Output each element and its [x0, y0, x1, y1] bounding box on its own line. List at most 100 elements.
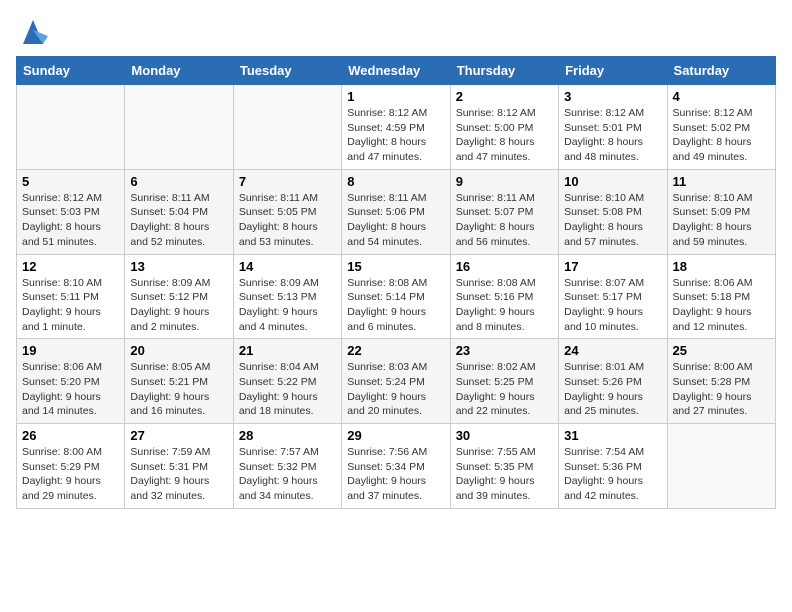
calendar-day-cell: 18 Sunrise: 8:06 AMSunset: 5:18 PMDayligh…: [667, 254, 775, 339]
calendar-day-cell: 20Sunrise: 8:05 AMSunset: 5:21 PMDayligh…: [125, 339, 233, 424]
day-number: 24: [564, 343, 661, 358]
day-info: Sunrise: 8:12 AMSunset: 5:01 PMDaylight:…: [564, 106, 661, 165]
day-number: 29: [347, 428, 444, 443]
calendar-header-friday: Friday: [559, 57, 667, 85]
day-info: Sunrise: 7:56 AMSunset: 5:34 PMDaylight:…: [347, 445, 444, 504]
day-info: Sunrise: 8:11 AMSunset: 5:07 PMDaylight:…: [456, 191, 553, 250]
day-number: 8: [347, 174, 444, 189]
calendar-day-cell: 29 Sunrise: 7:56 AMSunset: 5:34 PMDayligh…: [342, 424, 450, 509]
day-info: Sunrise: 8:00 AMSunset: 5:29 PMDaylight:…: [22, 445, 119, 504]
day-info: Sunrise: 8:00 AMSunset: 5:28 PMDaylight:…: [673, 360, 770, 419]
day-info: Sunrise: 8:08 AMSunset: 5:14 PMDaylight:…: [347, 276, 444, 335]
day-number: 23: [456, 343, 553, 358]
calendar-header-tuesday: Tuesday: [233, 57, 341, 85]
day-number: 6: [130, 174, 227, 189]
day-number: 4: [673, 89, 770, 104]
day-number: 20: [130, 343, 227, 358]
calendar-day-cell: [667, 424, 775, 509]
calendar-day-cell: 14Sunrise: 8:09 AMSunset: 5:13 PMDayligh…: [233, 254, 341, 339]
day-info: Sunrise: 8:11 AMSunset: 5:04 PMDaylight:…: [130, 191, 227, 250]
day-number: 19: [22, 343, 119, 358]
day-number: 15: [347, 259, 444, 274]
day-info: Sunrise: 8:12 AMSunset: 4:59 PMDaylight:…: [347, 106, 444, 165]
calendar-header-wednesday: Wednesday: [342, 57, 450, 85]
calendar-day-cell: 28 Sunrise: 7:57 AMSunset: 5:32 PMDayligh…: [233, 424, 341, 509]
day-info: Sunrise: 8:10 AMSunset: 5:08 PMDaylight:…: [564, 191, 661, 250]
calendar-day-cell: 16 Sunrise: 8:08 AMSunset: 5:16 PMDayligh…: [450, 254, 558, 339]
calendar-day-cell: 5 Sunrise: 8:12 AMSunset: 5:03 PMDaylight…: [17, 169, 125, 254]
day-number: 1: [347, 89, 444, 104]
day-info: Sunrise: 7:54 AMSunset: 5:36 PMDaylight:…: [564, 445, 661, 504]
calendar-day-cell: 9 Sunrise: 8:11 AMSunset: 5:07 PMDaylight…: [450, 169, 558, 254]
calendar-day-cell: 10Sunrise: 8:10 AMSunset: 5:08 PMDayligh…: [559, 169, 667, 254]
day-info: Sunrise: 8:12 AMSunset: 5:00 PMDaylight:…: [456, 106, 553, 165]
calendar-day-cell: 8 Sunrise: 8:11 AMSunset: 5:06 PMDaylight…: [342, 169, 450, 254]
day-info: Sunrise: 7:55 AMSunset: 5:35 PMDaylight:…: [456, 445, 553, 504]
calendar-day-cell: 31 Sunrise: 7:54 AMSunset: 5:36 PMDayligh…: [559, 424, 667, 509]
day-info: Sunrise: 7:57 AMSunset: 5:32 PMDaylight:…: [239, 445, 336, 504]
day-info: Sunrise: 8:03 AMSunset: 5:24 PMDaylight:…: [347, 360, 444, 419]
day-number: 25: [673, 343, 770, 358]
page-header: [16, 16, 776, 44]
calendar-day-cell: 19 Sunrise: 8:06 AMSunset: 5:20 PMDayligh…: [17, 339, 125, 424]
day-info: Sunrise: 8:09 AMSunset: 5:13 PMDaylight:…: [239, 276, 336, 335]
calendar-day-cell: 24 Sunrise: 8:01 AMSunset: 5:26 PMDayligh…: [559, 339, 667, 424]
calendar-day-cell: 17Sunrise: 8:07 AMSunset: 5:17 PMDayligh…: [559, 254, 667, 339]
day-info: Sunrise: 8:06 AMSunset: 5:20 PMDaylight:…: [22, 360, 119, 419]
day-number: 26: [22, 428, 119, 443]
day-info: Sunrise: 8:09 AMSunset: 5:12 PMDaylight:…: [130, 276, 227, 335]
calendar-day-cell: 26 Sunrise: 8:00 AMSunset: 5:29 PMDayligh…: [17, 424, 125, 509]
calendar-day-cell: 7 Sunrise: 8:11 AMSunset: 5:05 PMDaylight…: [233, 169, 341, 254]
day-number: 7: [239, 174, 336, 189]
calendar-header-monday: Monday: [125, 57, 233, 85]
calendar-day-cell: 22 Sunrise: 8:03 AMSunset: 5:24 PMDayligh…: [342, 339, 450, 424]
day-info: Sunrise: 7:59 AMSunset: 5:31 PMDaylight:…: [130, 445, 227, 504]
day-info: Sunrise: 8:11 AMSunset: 5:06 PMDaylight:…: [347, 191, 444, 250]
calendar-week-row: 19 Sunrise: 8:06 AMSunset: 5:20 PMDayligh…: [17, 339, 776, 424]
day-number: 9: [456, 174, 553, 189]
day-number: 5: [22, 174, 119, 189]
calendar-day-cell: 30 Sunrise: 7:55 AMSunset: 5:35 PMDayligh…: [450, 424, 558, 509]
day-number: 3: [564, 89, 661, 104]
calendar-header-saturday: Saturday: [667, 57, 775, 85]
calendar-header-sunday: Sunday: [17, 57, 125, 85]
day-info: Sunrise: 8:12 AMSunset: 5:02 PMDaylight:…: [673, 106, 770, 165]
calendar-day-cell: [233, 85, 341, 170]
calendar-day-cell: 3 Sunrise: 8:12 AMSunset: 5:01 PMDaylight…: [559, 85, 667, 170]
calendar-day-cell: 15 Sunrise: 8:08 AMSunset: 5:14 PMDayligh…: [342, 254, 450, 339]
calendar-day-cell: [17, 85, 125, 170]
calendar-week-row: 26 Sunrise: 8:00 AMSunset: 5:29 PMDayligh…: [17, 424, 776, 509]
calendar-day-cell: 4 Sunrise: 8:12 AMSunset: 5:02 PMDaylight…: [667, 85, 775, 170]
calendar-day-cell: 11 Sunrise: 8:10 AMSunset: 5:09 PMDayligh…: [667, 169, 775, 254]
calendar-day-cell: 2 Sunrise: 8:12 AMSunset: 5:00 PMDaylight…: [450, 85, 558, 170]
calendar-day-cell: 1 Sunrise: 8:12 AMSunset: 4:59 PMDaylight…: [342, 85, 450, 170]
calendar-day-cell: 6 Sunrise: 8:11 AMSunset: 5:04 PMDaylight…: [125, 169, 233, 254]
calendar-day-cell: 23 Sunrise: 8:02 AMSunset: 5:25 PMDayligh…: [450, 339, 558, 424]
day-number: 2: [456, 89, 553, 104]
day-number: 17: [564, 259, 661, 274]
day-number: 28: [239, 428, 336, 443]
calendar-day-cell: 27Sunrise: 7:59 AMSunset: 5:31 PMDayligh…: [125, 424, 233, 509]
day-number: 16: [456, 259, 553, 274]
day-info: Sunrise: 8:06 AMSunset: 5:18 PMDaylight:…: [673, 276, 770, 335]
calendar-week-row: 12Sunrise: 8:10 AMSunset: 5:11 PMDayligh…: [17, 254, 776, 339]
day-info: Sunrise: 8:10 AMSunset: 5:09 PMDaylight:…: [673, 191, 770, 250]
day-number: 21: [239, 343, 336, 358]
day-info: Sunrise: 8:02 AMSunset: 5:25 PMDaylight:…: [456, 360, 553, 419]
calendar-table: SundayMondayTuesdayWednesdayThursdayFrid…: [16, 56, 776, 509]
day-info: Sunrise: 8:08 AMSunset: 5:16 PMDaylight:…: [456, 276, 553, 335]
day-number: 18: [673, 259, 770, 274]
day-info: Sunrise: 8:10 AMSunset: 5:11 PMDaylight:…: [22, 276, 119, 335]
day-info: Sunrise: 8:04 AMSunset: 5:22 PMDaylight:…: [239, 360, 336, 419]
day-info: Sunrise: 8:12 AMSunset: 5:03 PMDaylight:…: [22, 191, 119, 250]
calendar-day-cell: 25 Sunrise: 8:00 AMSunset: 5:28 PMDayligh…: [667, 339, 775, 424]
day-number: 22: [347, 343, 444, 358]
day-info: Sunrise: 8:11 AMSunset: 5:05 PMDaylight:…: [239, 191, 336, 250]
calendar-day-cell: [125, 85, 233, 170]
calendar-day-cell: 12Sunrise: 8:10 AMSunset: 5:11 PMDayligh…: [17, 254, 125, 339]
day-info: Sunrise: 8:01 AMSunset: 5:26 PMDaylight:…: [564, 360, 661, 419]
day-number: 11: [673, 174, 770, 189]
day-number: 30: [456, 428, 553, 443]
logo: [16, 16, 48, 44]
day-number: 31: [564, 428, 661, 443]
